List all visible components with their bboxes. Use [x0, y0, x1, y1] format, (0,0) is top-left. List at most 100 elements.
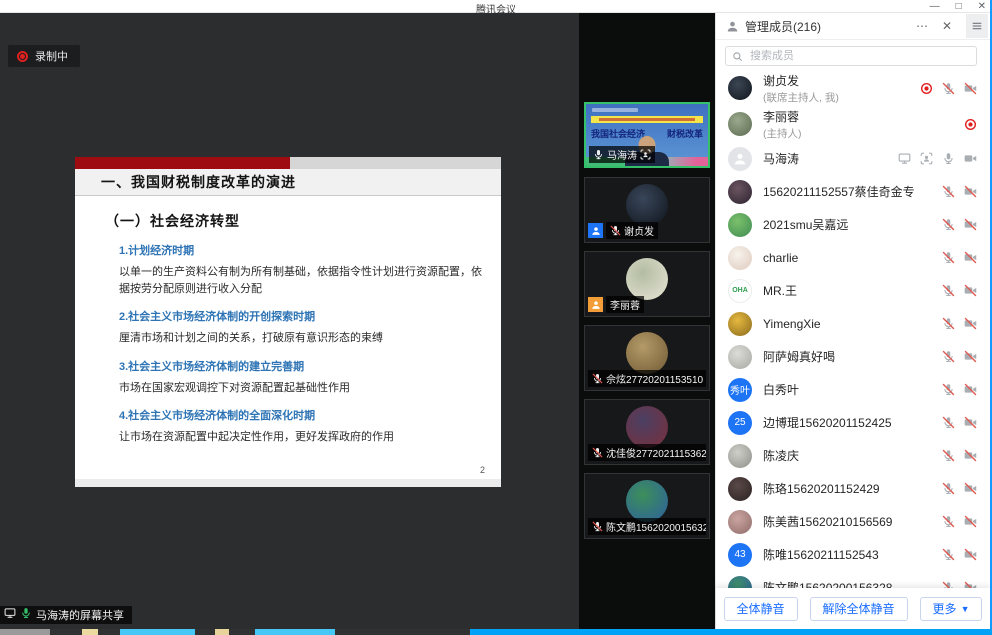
cam-off-icon[interactable]	[964, 185, 977, 198]
member-status-icons	[920, 82, 977, 95]
member-row[interactable]: 陈珞15620201152429	[716, 472, 990, 505]
cam-off-icon[interactable]	[964, 548, 977, 561]
mic-off-icon[interactable]	[942, 284, 955, 297]
mic-off-icon[interactable]	[942, 82, 955, 95]
cam-on-icon[interactable]	[964, 152, 977, 165]
mini-slide-logo	[592, 108, 638, 112]
member-avatar	[728, 312, 752, 336]
member-avatar	[728, 147, 752, 171]
unmute-all-button[interactable]: 解除全体静音	[810, 597, 908, 621]
mute-all-button[interactable]: 全体静音	[724, 597, 798, 621]
mic-off-icon[interactable]	[942, 383, 955, 396]
member-avatar	[728, 76, 752, 100]
mic-off-icon[interactable]	[942, 350, 955, 363]
cam-off-icon[interactable]	[964, 350, 977, 363]
close-button[interactable]: ✕	[978, 0, 986, 14]
mic-off-icon[interactable]	[942, 185, 955, 198]
participant-avatar	[626, 332, 668, 374]
more-button[interactable]: 更多▼	[920, 597, 983, 621]
maximize-button[interactable]: □	[956, 0, 962, 14]
member-avatar	[728, 477, 752, 501]
member-row[interactable]: 陈凌庆	[716, 439, 990, 472]
participant-avatar	[626, 480, 668, 522]
record-icon[interactable]	[920, 82, 933, 95]
member-status-icons	[942, 350, 977, 363]
member-row[interactable]: 2021smu吴嘉远	[716, 208, 990, 241]
member-row[interactable]: 阿萨姆真好喝	[716, 340, 990, 373]
cam-off-icon[interactable]	[964, 284, 977, 297]
member-name: 陈珞15620201152429	[763, 480, 880, 497]
member-search-box[interactable]	[725, 46, 977, 66]
member-row[interactable]: OHAMR.王	[716, 274, 990, 307]
member-status-icons	[898, 152, 977, 165]
member-row[interactable]: 陈美茜15620210156569	[716, 505, 990, 538]
member-avatar	[728, 112, 752, 136]
video-thumbnail[interactable]: 沈佳俊27720211153627	[584, 399, 710, 465]
cam-off-icon[interactable]	[964, 251, 977, 264]
slide-body: （一）社会经济转型 1.计划经济时期以单一的生产资料公有制为所有制基础，依据指令…	[75, 197, 501, 479]
mic-on-icon	[593, 149, 604, 160]
member-row[interactable]: 谢贞发(联席主持人, 我)	[716, 70, 990, 106]
record-dot-icon	[17, 51, 28, 62]
slide-red-bar	[75, 157, 290, 169]
mic-off-icon[interactable]	[942, 548, 955, 561]
member-row[interactable]: 秀叶白秀叶	[716, 373, 990, 406]
cam-off-icon[interactable]	[964, 82, 977, 95]
member-name: YimengXie	[763, 317, 821, 331]
video-thumbnail[interactable]: 我国社会经济财税改革马海涛	[584, 102, 710, 168]
cam-off-icon[interactable]	[964, 416, 977, 429]
member-status-icons	[942, 482, 977, 495]
member-name: 边博琨15620201152425	[763, 414, 892, 431]
record-icon[interactable]	[964, 118, 977, 131]
member-name: 李丽蓉	[763, 108, 802, 125]
slide-section-heading: 2.社会主义市场经济体制的开创探索时期	[119, 308, 485, 324]
mic-active-icon	[20, 606, 32, 624]
mic-off-icon[interactable]	[942, 449, 955, 462]
panel-title: 管理成员(216)	[745, 18, 821, 35]
video-thumbnail[interactable]: 谢贞发	[584, 177, 710, 243]
mic-on-icon[interactable]	[942, 152, 955, 165]
screen-share-banner: 马海涛的屏幕共享	[0, 606, 132, 624]
cam-off-icon[interactable]	[964, 449, 977, 462]
cam-off-icon[interactable]	[964, 482, 977, 495]
member-name: 马海涛	[763, 150, 799, 167]
video-thumbnail[interactable]: 陈文鹏15620200156328	[584, 473, 710, 539]
mic-off-icon[interactable]	[942, 218, 955, 231]
member-row[interactable]: 李丽蓉(主持人)	[716, 106, 990, 142]
member-status-icons	[942, 548, 977, 561]
cam-off-icon[interactable]	[964, 317, 977, 330]
cam-off-icon[interactable]	[964, 515, 977, 528]
mic-off-icon[interactable]	[942, 482, 955, 495]
member-row[interactable]: 25边博琨15620201152425	[716, 406, 990, 439]
panel-more-icon[interactable]: ⋯	[916, 19, 928, 33]
mic-off-icon[interactable]	[942, 251, 955, 264]
participant-avatar	[626, 258, 668, 300]
member-search-input[interactable]	[748, 49, 970, 63]
portrait-icon[interactable]	[920, 152, 933, 165]
member-avatar	[728, 510, 752, 534]
video-thumbnail[interactable]: 李丽蓉	[584, 251, 710, 317]
thumbnail-participant-name: 沈佳俊27720211153627	[606, 445, 706, 460]
cam-off-icon[interactable]	[964, 218, 977, 231]
slide-subtitle: （一）社会经济转型	[105, 211, 501, 231]
panel-dock-icon[interactable]	[966, 14, 988, 38]
mic-off-icon[interactable]	[942, 515, 955, 528]
slide-title-band: 一、我国财税制度改革的演进	[75, 169, 501, 196]
tencent-meeting-window: 腾讯会议 — □ ✕ 录制中 一、我国财税制度改革的演进 （一）社会经济转型 1…	[0, 0, 992, 635]
mini-slide-banner	[591, 116, 703, 123]
member-row[interactable]: 43陈唯15620211152543	[716, 538, 990, 571]
mic-off-icon	[592, 521, 603, 532]
mic-off-icon[interactable]	[942, 317, 955, 330]
mic-off-icon[interactable]	[942, 416, 955, 429]
member-list[interactable]: 谢贞发(联席主持人, 我)李丽蓉(主持人) 马海涛 15620211152557蔡佳…	[716, 70, 990, 629]
slide-section-heading: 3.社会主义市场经济体制的建立完善期	[119, 358, 485, 374]
screen-icon[interactable]	[898, 152, 911, 165]
member-row[interactable]: YimengXie	[716, 307, 990, 340]
minimize-button[interactable]: —	[930, 0, 940, 14]
panel-close-icon[interactable]: ✕	[942, 19, 952, 33]
member-row[interactable]: 马海涛	[716, 142, 990, 175]
video-thumbnail[interactable]: 佘炫27720201153510	[584, 325, 710, 391]
member-row[interactable]: 15620211152557蔡佳奇金专	[716, 175, 990, 208]
cam-off-icon[interactable]	[964, 383, 977, 396]
member-row[interactable]: charlie	[716, 241, 990, 274]
